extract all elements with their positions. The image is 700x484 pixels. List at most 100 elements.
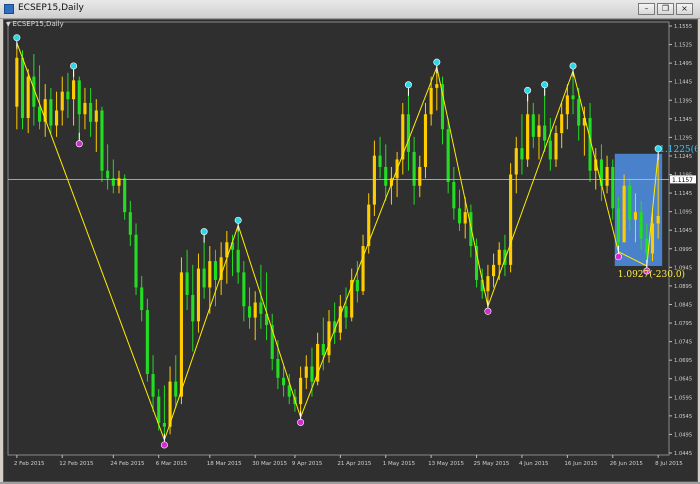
candle-body [26, 76, 30, 119]
candle-body [276, 358, 280, 378]
y-tick-label: 1.1525 [674, 43, 692, 49]
y-tick-label: 1.0445 [674, 451, 692, 457]
y-tick-label: 1.1555 [674, 24, 692, 30]
y-tick-label: 1.1095 [674, 210, 692, 216]
candle-body [89, 102, 93, 122]
high-marker [541, 81, 549, 89]
close-button[interactable]: × [676, 3, 693, 15]
candle-body [622, 185, 626, 243]
candle-body [463, 212, 467, 224]
high-marker [70, 62, 78, 70]
candle-body [259, 302, 263, 314]
candle-body [321, 343, 325, 356]
candle-body [531, 114, 535, 137]
high-marker [13, 34, 21, 42]
candle-body [304, 366, 308, 378]
candle-body [656, 215, 660, 224]
minimize-button[interactable]: – [638, 3, 655, 15]
y-tick-label: 1.0945 [674, 265, 692, 271]
x-tick-label: 13 May 2015 [428, 461, 464, 467]
candle-body [83, 102, 87, 115]
candle-body [514, 148, 518, 175]
candle-body [37, 106, 42, 122]
candle-body [616, 208, 620, 243]
high-marker [200, 228, 208, 236]
candle-body [372, 155, 376, 205]
candle-body [344, 306, 348, 318]
candle-body [202, 268, 206, 288]
candle-body [145, 310, 149, 375]
candle-body [299, 377, 303, 405]
candle-body [577, 99, 581, 126]
candle-body [650, 223, 655, 254]
candle-body [213, 261, 218, 280]
x-tick-label: 12 Feb 2015 [59, 461, 94, 467]
candle-body [140, 287, 144, 311]
x-tick-label: 18 Mar 2015 [207, 461, 242, 467]
candle-body [639, 212, 643, 239]
candle-body [446, 129, 450, 183]
candle-body [565, 95, 569, 115]
y-tick-label: 1.0595 [674, 395, 692, 401]
x-tick-label: 16 Jun 2015 [564, 461, 598, 467]
low-marker [614, 253, 622, 261]
chart-window: ECSEP15,Daily – ❐ × 1.11571.1225(68.0)1.… [0, 0, 700, 484]
y-tick-label: 1.1395 [674, 98, 692, 104]
candle-body [253, 302, 257, 318]
candle-body [526, 114, 530, 160]
y-tick-label: 1.1145 [674, 191, 692, 197]
candle-body [355, 279, 359, 292]
x-tick-label: 8 Jul 2015 [655, 461, 683, 467]
chart-window-icon [4, 4, 14, 14]
high-marker [569, 62, 577, 70]
y-tick-label: 1.1345 [674, 117, 692, 123]
candle-body [605, 166, 609, 186]
candle-body [418, 166, 422, 186]
candle-body [452, 182, 456, 209]
candle-body [208, 261, 212, 288]
candle-body [492, 264, 496, 277]
high-marker [433, 58, 441, 66]
chart-area[interactable]: 1.11571.1225(68.0)1.0927(-230.0)1.15551.… [3, 19, 698, 482]
restore-button[interactable]: ❐ [657, 3, 674, 15]
candle-body [72, 80, 76, 100]
y-tick-label: 1.1195 [674, 173, 692, 179]
candlestick-chart[interactable]: 1.11571.1225(68.0)1.0927(-230.0)1.15551.… [4, 20, 697, 481]
candle-body [60, 91, 64, 111]
window-title: ECSEP15,Daily [18, 3, 84, 13]
candle-body [560, 114, 564, 134]
candle-body [429, 87, 433, 115]
y-tick-label: 1.1495 [674, 61, 692, 67]
high-marker [234, 216, 242, 224]
x-tick-label: 6 Mar 2015 [156, 461, 188, 467]
y-tick-label: 1.0795 [674, 321, 692, 327]
candle-body [20, 57, 25, 119]
candle-body [509, 174, 513, 265]
candle-body [282, 377, 286, 386]
candle-body [378, 155, 382, 167]
y-tick-label: 1.1245 [674, 154, 692, 160]
candle-body [338, 306, 342, 333]
y-tick-label: 1.0545 [674, 414, 692, 420]
candle-body [236, 249, 240, 273]
candle-body [310, 366, 314, 382]
candle-body [247, 306, 252, 318]
candle-body [196, 268, 201, 322]
low-marker [484, 307, 492, 315]
low-marker [75, 140, 83, 148]
candle-body [49, 99, 53, 126]
candle-body [486, 276, 490, 292]
candle-body [123, 178, 127, 213]
candle-body [543, 125, 547, 141]
candle-body [571, 95, 575, 100]
candle-body [435, 84, 439, 88]
low-marker [297, 418, 305, 426]
candle-body [611, 166, 615, 209]
candle-body [94, 110, 98, 122]
candle-body [412, 151, 416, 186]
chart-symbol-text: ECSEP15,Daily [12, 20, 64, 28]
candle-body [55, 110, 59, 126]
candle-body [191, 294, 195, 322]
y-tick-label: 1.0695 [674, 358, 692, 364]
window-titlebar[interactable]: ECSEP15,Daily – ❐ × [0, 0, 700, 19]
